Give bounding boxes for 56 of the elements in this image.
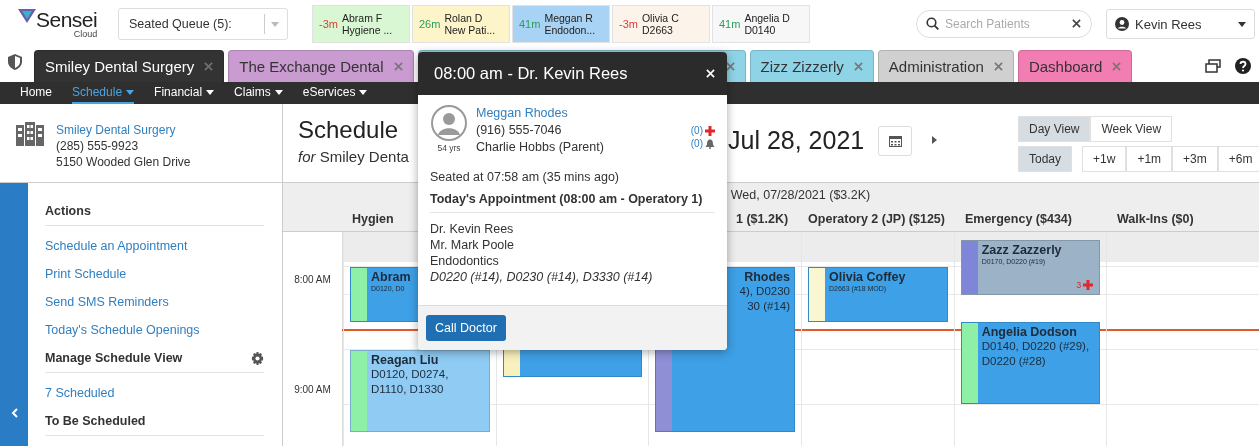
seated-time: Seated at 07:58 am (35 mins ago)	[430, 170, 620, 184]
procedure-codes: 4), D0230	[739, 284, 790, 299]
logo-subtitle: Cloud	[73, 30, 98, 39]
section-header: Actions	[45, 204, 91, 218]
section-header: Manage Schedule View	[45, 351, 183, 365]
procedure-codes: D0220 (#14), D0230 (#14), D3330 (#14)	[430, 269, 654, 285]
column-header: Emergency ($434)	[964, 212, 1072, 226]
time-label: 8:00 AM	[293, 274, 332, 285]
appointment-detail: D2663	[641, 24, 674, 36]
wait-time: 26m	[419, 18, 441, 30]
column-header: Operatory 2 (JP) ($125)	[808, 212, 945, 226]
patient-name: Angelia D	[744, 12, 790, 24]
page-title: Schedule	[298, 116, 399, 144]
alert-count: 3	[1076, 279, 1082, 290]
wait-time: -3m	[619, 18, 638, 30]
appointment-heading: Today's Appointment (08:00 am - Operatory 1)	[430, 192, 715, 213]
procedure-codes: D0220 (#28)	[981, 354, 1046, 369]
patient-name: Olivia C	[641, 12, 679, 24]
patient-name: Reagan Liu	[371, 353, 439, 367]
wait-time: -3m	[319, 18, 338, 30]
appointment-detail: Endodon...	[544, 24, 596, 36]
schedule-date: Jul 28, 2021	[728, 126, 865, 155]
patient-name: Abram	[371, 270, 411, 284]
practice-address: 5150 Wooded Glen Drive	[56, 154, 191, 170]
section-header: To Be Scheduled	[45, 414, 146, 428]
patient-name: Zazz Zazzerly	[981, 242, 1062, 257]
procedure-codes: D0140, D0220 (#29),	[981, 339, 1090, 354]
procedure-codes: 30 (#14)	[747, 299, 790, 314]
day-header: Wed, 07/28/2021 ($3.2K)	[730, 188, 871, 202]
patient-name: Abram F	[341, 12, 384, 24]
procedure-codes: D0120, D0274,	[371, 367, 449, 382]
patient-name: Meggan R	[544, 12, 594, 24]
patient-name: Rhodes	[744, 270, 790, 284]
patient-name: Olivia Coffey	[829, 270, 906, 284]
appointment-detail: Mr. Mark Poole	[430, 237, 516, 253]
patient-name: Angelia Dodson	[981, 325, 1077, 339]
patient-phone: (916) 555-7046	[476, 122, 563, 139]
time-label: 9:00 AM	[293, 384, 332, 395]
wait-time: 41m	[519, 18, 541, 30]
wait-time: 41m	[719, 18, 741, 30]
appointment-detail: D0140	[744, 24, 777, 36]
logo-name: Sensei	[36, 9, 98, 30]
page-subtitle: for Smiley Denta	[298, 148, 409, 165]
appointment-detail: Dr. Kevin Rees	[430, 221, 515, 237]
patient-name: Rolan D	[444, 12, 484, 24]
column-header: Hygien	[352, 212, 394, 226]
procedure-codes: D1110, D1330	[371, 382, 444, 397]
practice-phone: (285) 555-9923	[56, 138, 140, 154]
patient-age: 54 yrs	[437, 143, 461, 153]
appointment-detail: Endodontics	[430, 253, 500, 269]
guardian-name: Charlie Hobbs (Parent)	[476, 139, 605, 156]
appointment-detail: New Pati...	[444, 24, 496, 36]
appointment-detail: Hygiene ...	[341, 24, 393, 36]
column-header: 1 ($1.2K)	[736, 212, 789, 226]
popup-title: 08:00 am - Dr. Kevin Rees	[434, 64, 628, 83]
column-header: Walk-Ins ($0)	[1117, 212, 1194, 226]
